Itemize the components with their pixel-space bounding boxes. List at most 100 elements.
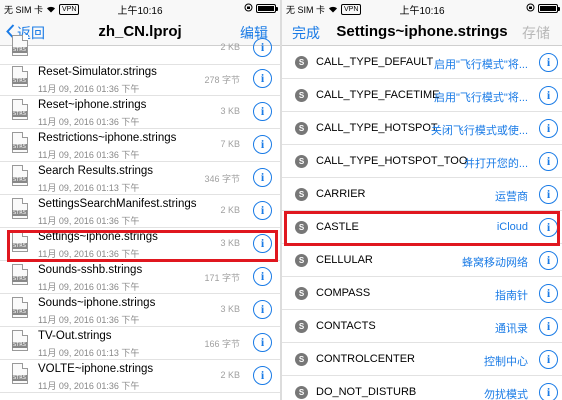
file-row[interactable]: STRS Reset-Simulator.strings 11月 09, 2016 … <box>0 63 280 96</box>
file-size: 166 字节 <box>204 339 240 349</box>
file-name: Restrictions~iphone.strings <box>38 132 177 144</box>
info-icon[interactable]: i <box>539 251 558 270</box>
battery-fill <box>540 6 556 11</box>
string-key: CALL_TYPE_DEFAULT <box>316 56 434 68</box>
info-icon[interactable]: i <box>253 69 272 88</box>
file-date: 11月 09, 2016 01:13 下午 <box>38 348 140 358</box>
info-icon[interactable]: i <box>253 38 272 57</box>
file-name: Search Results.strings <box>38 165 154 177</box>
file-name: Sounds-sshb.strings <box>38 264 143 276</box>
info-icon[interactable]: i <box>539 218 558 237</box>
status-right <box>526 3 560 14</box>
strings-file-icon: STRS <box>12 99 28 120</box>
string-key: COMPASS <box>316 287 371 299</box>
info-icon[interactable]: i <box>539 185 558 204</box>
string-value: iCloud <box>496 221 528 233</box>
info-icon[interactable]: i <box>539 383 558 400</box>
file-date: 11月 09, 2016 01:36 下午 <box>38 282 140 292</box>
file-row[interactable]: STRS 2 KB i <box>0 32 280 65</box>
info-icon[interactable]: i <box>253 135 272 154</box>
lock-rotation-icon <box>526 3 535 14</box>
string-value: 通讯录 <box>495 323 528 335</box>
lock-rotation-icon <box>244 3 253 14</box>
file-name: Reset-Simulator.strings <box>38 66 157 78</box>
save-button[interactable]: 存储 <box>522 23 550 43</box>
file-badge: STRS <box>12 111 27 117</box>
info-icon[interactable]: i <box>539 317 558 336</box>
info-icon[interactable]: i <box>539 53 558 72</box>
string-value: 蜂窝移动网络 <box>462 257 528 269</box>
file-name: Sounds~iphone.strings <box>38 297 156 309</box>
file-row[interactable]: STRS Sounds~iphone.strings 11月 09, 2016 01… <box>0 294 280 327</box>
info-icon[interactable]: i <box>253 102 272 121</box>
strings-file-icon: STRS <box>12 264 28 285</box>
string-key: CALL_TYPE_HOTSPOT_TOO <box>316 155 468 167</box>
string-type-icon: S <box>295 254 308 267</box>
info-icon[interactable]: i <box>253 300 272 319</box>
file-date: 11月 09, 2016 01:36 下午 <box>38 249 140 259</box>
info-icon[interactable]: i <box>253 333 272 352</box>
strings-file-icon: STRS <box>12 66 28 87</box>
string-value: 启用"飞行模式"将... <box>434 92 528 104</box>
string-key-row[interactable]: S CASTLE iCloud i <box>282 211 562 244</box>
file-name: SettingsSearchManifest.strings <box>38 198 197 210</box>
string-key-row[interactable]: S DO_NOT_DISTURB 勿扰模式 i <box>282 376 562 400</box>
file-size: 278 字节 <box>204 75 240 85</box>
file-size: 2 KB <box>220 205 240 215</box>
file-row[interactable]: STRS Settings~iphone.strings 11月 09, 2016 … <box>0 228 280 261</box>
info-icon[interactable]: i <box>539 119 558 138</box>
strings-file-icon: STRS <box>12 35 28 56</box>
strings-editor-screen: 无 SIM 卡 VPN 上午10:16 完成 Settings~iphone.s… <box>282 0 562 400</box>
info-icon[interactable]: i <box>539 284 558 303</box>
info-icon[interactable]: i <box>539 152 558 171</box>
string-type-icon: S <box>295 89 308 102</box>
string-value: 并打开您的... <box>463 158 528 170</box>
string-key-row[interactable]: S CARRIER 运营商 i <box>282 178 562 211</box>
string-key-row[interactable]: S COMPASS 指南针 i <box>282 277 562 310</box>
file-badge: STRS <box>12 375 27 381</box>
info-icon[interactable]: i <box>253 267 272 286</box>
file-row[interactable]: STRS Reset~iphone.strings 11月 09, 2016 01:… <box>0 96 280 129</box>
file-size: 7 KB <box>220 139 240 149</box>
string-type-icon: S <box>295 386 308 399</box>
file-row[interactable]: STRS Sounds-sshb.strings 11月 09, 2016 01:3… <box>0 261 280 294</box>
info-icon[interactable]: i <box>253 234 272 253</box>
string-type-icon: S <box>295 188 308 201</box>
file-row[interactable]: STRS Restrictions~iphone.strings 11月 09, 2… <box>0 129 280 162</box>
string-key-row[interactable]: S CALL_TYPE_HOTSPOT 关闭飞行模式或使... i <box>282 112 562 145</box>
status-bar: 无 SIM 卡 VPN 上午10:16 <box>282 0 562 17</box>
string-key-row[interactable]: S CALL_TYPE_FACETIME 启用"飞行模式"将... i <box>282 79 562 112</box>
string-type-icon: S <box>295 122 308 135</box>
file-date: 11月 09, 2016 01:36 下午 <box>38 117 140 127</box>
string-value: 运营商 <box>495 191 528 203</box>
string-key-row[interactable]: S CALL_TYPE_HOTSPOT_TOO 并打开您的... i <box>282 145 562 178</box>
string-key-row[interactable]: S CALL_TYPE_DEFAULT 启用"飞行模式"将... i <box>282 46 562 79</box>
string-key-row[interactable]: S CONTROLCENTER 控制中心 i <box>282 343 562 376</box>
file-badge: STRS <box>12 342 27 348</box>
file-row[interactable]: STRS VOLTE~iphone.strings 11月 09, 2016 01:… <box>0 360 280 393</box>
info-icon[interactable]: i <box>253 366 272 385</box>
file-badge: STRS <box>12 47 27 53</box>
info-icon[interactable]: i <box>253 201 272 220</box>
file-row[interactable]: STRS SettingsSearchManifest.strings 11月 09… <box>0 195 280 228</box>
string-key-row[interactable]: S CONTACTS 通讯录 i <box>282 310 562 343</box>
string-type-icon: S <box>295 320 308 333</box>
file-row[interactable]: STRS Search Results.strings 11月 09, 2016 0… <box>0 162 280 195</box>
info-icon[interactable]: i <box>253 168 272 187</box>
battery-fill <box>258 6 274 11</box>
file-row[interactable]: STRS TV-Out.strings 11月 09, 2016 01:13 下午 1… <box>0 327 280 360</box>
file-name: Settings~iphone.strings <box>38 231 158 243</box>
string-key: CASTLE <box>316 221 359 233</box>
file-badge: STRS <box>12 243 27 249</box>
info-icon[interactable]: i <box>539 350 558 369</box>
status-time: 上午10:16 <box>399 6 445 17</box>
strings-file-icon: STRS <box>12 363 28 384</box>
string-key: CELLULAR <box>316 254 373 266</box>
string-value: 关闭飞行模式或使... <box>430 125 528 137</box>
string-key-row[interactable]: S CELLULAR 蜂窝移动网络 i <box>282 244 562 277</box>
info-icon[interactable]: i <box>539 86 558 105</box>
string-value: 指南针 <box>495 290 528 302</box>
string-value: 勿扰模式 <box>484 389 528 400</box>
file-size: 3 KB <box>220 106 240 116</box>
file-date: 11月 09, 2016 01:36 下午 <box>38 381 140 391</box>
